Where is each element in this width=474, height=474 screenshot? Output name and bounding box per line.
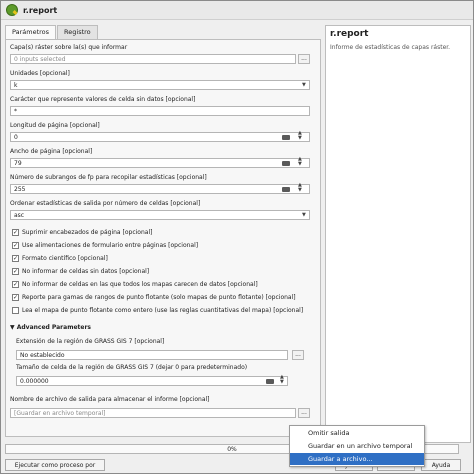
menu-item-save-temp-file[interactable]: Guardar en un archivo temporal [290, 440, 424, 452]
progress-label: 0% [227, 446, 237, 453]
page-length-label: Longitud de página [opcional] [10, 122, 100, 129]
nsteps-spin-icon[interactable]: ▲ ▼ [298, 183, 302, 193]
help-title: r.report [330, 29, 369, 39]
units-select[interactable]: k [10, 80, 310, 90]
menu-item-save-to-file[interactable]: Guardar a archivo... [290, 453, 424, 465]
nodata-input[interactable]: * [10, 106, 310, 116]
nsteps-input[interactable]: 255 [10, 184, 310, 194]
page-width-spin-icon[interactable]: ▲ ▼ [298, 157, 302, 167]
suppress-headers-checkbox[interactable]: ✓ [12, 229, 19, 236]
region-extent-browse-button[interactable]: ... [292, 350, 304, 360]
raster-layers-browse-button[interactable]: ... [298, 54, 310, 64]
units-chevron-down-icon: ▼ [302, 82, 306, 88]
page-width-clear-icon[interactable] [282, 161, 290, 166]
cell-size-input[interactable]: 0.000000 [16, 376, 288, 386]
page-length-clear-icon[interactable] [282, 135, 290, 140]
cell-size-spin-icon[interactable]: ▲ ▼ [280, 375, 284, 385]
output-file-label: Nombre de archivo de salida para almacen… [10, 396, 210, 403]
help-button[interactable]: Ayuda [421, 459, 461, 471]
no-nodata-cells-checkbox[interactable]: ✓ [12, 268, 19, 275]
region-extent-label: Extensión de la región de GRASS GIS 7 [o… [16, 338, 165, 345]
dialog-window: r.report Parámetros Registro Capa(s) rás… [0, 0, 474, 474]
page-width-input[interactable]: 79 [10, 158, 310, 168]
output-file-field[interactable]: [Guardar en archivo temporal] [10, 408, 296, 418]
title-bar: r.report [1, 1, 473, 20]
output-options-menu: Omitir salida Guardar en un archivo temp… [289, 425, 425, 467]
tab-parametros[interactable]: Parámetros [5, 25, 57, 39]
help-description: Informe de estadísticas de capas ráster. [330, 44, 451, 51]
page-width-label: Ancho de página [opcional] [10, 148, 93, 155]
parameters-area: Parámetros Registro Capa(s) ráster sobre… [5, 25, 321, 441]
sort-select[interactable]: asc [10, 210, 310, 220]
nodata-label: Carácter que represente valores de celda… [10, 96, 196, 103]
menu-item-skip-output[interactable]: Omitir salida [290, 427, 424, 439]
read-fp-as-int-label: Lea el mapa de punto flotante como enter… [22, 307, 304, 314]
parameters-panel: Capa(s) ráster sobre la(s) que informar … [5, 39, 321, 437]
no-all-nodata-checkbox[interactable]: ✓ [12, 281, 19, 288]
page-length-input[interactable]: 0 [10, 132, 310, 142]
tab-registro[interactable]: Registro [57, 25, 98, 39]
scientific-format-checkbox[interactable]: ✓ [12, 255, 19, 262]
cell-size-label: Tamaño de celda de la región de GRASS GI… [16, 364, 248, 371]
region-extent-input[interactable]: No establecido [16, 350, 288, 360]
nsteps-label: Número de subrangos de fp para recopilar… [10, 174, 207, 181]
qgis-logo-icon [6, 4, 18, 16]
advanced-parameters-toggle[interactable]: ▼ Advanced Parameters [10, 324, 91, 331]
no-nodata-cells-label: No informar de celdas sin datos [opciona… [22, 268, 150, 275]
no-all-nodata-label: No informar de celdas en las que todos l… [22, 281, 258, 288]
batch-process-button[interactable]: Ejecutar como proceso por lotes... [5, 459, 105, 471]
units-label: Unidades [opcional] [10, 70, 70, 77]
window-title: r.report [23, 5, 58, 15]
output-file-browse-button[interactable]: ... [298, 408, 310, 418]
nsteps-clear-icon[interactable] [282, 187, 290, 192]
cell-size-clear-icon[interactable] [266, 379, 274, 384]
raster-layers-field[interactable]: 0 inputs selected [10, 54, 296, 64]
fp-ranges-label: Reporte para gamas de rangos de punto fl… [22, 294, 296, 301]
fp-ranges-checkbox[interactable]: ✓ [12, 294, 19, 301]
form-feeds-label: Use alimentaciones de formulario entre p… [22, 242, 199, 249]
page-length-spin-icon[interactable]: ▲ ▼ [298, 131, 302, 141]
output-file-placeholder: [Guardar en archivo temporal] [14, 410, 106, 417]
sort-chevron-down-icon: ▼ [302, 212, 306, 218]
collapse-triangle-icon: ▼ [10, 324, 15, 331]
help-panel: r.report Informe de estadísticas de capa… [325, 25, 471, 443]
tab-bar: Parámetros Registro [5, 25, 319, 39]
scientific-format-label: Formato científico [opcional] [22, 255, 108, 262]
advanced-parameters-label: Advanced Parameters [16, 324, 91, 331]
raster-layers-label: Capa(s) ráster sobre la(s) que informar [10, 44, 128, 51]
form-feeds-checkbox[interactable]: ✓ [12, 242, 19, 249]
suppress-headers-label: Suprimir encabezados de página [opcional… [22, 229, 153, 236]
sort-label: Ordenar estadísticas de salida por númer… [10, 200, 201, 207]
read-fp-as-int-checkbox[interactable] [12, 307, 19, 314]
